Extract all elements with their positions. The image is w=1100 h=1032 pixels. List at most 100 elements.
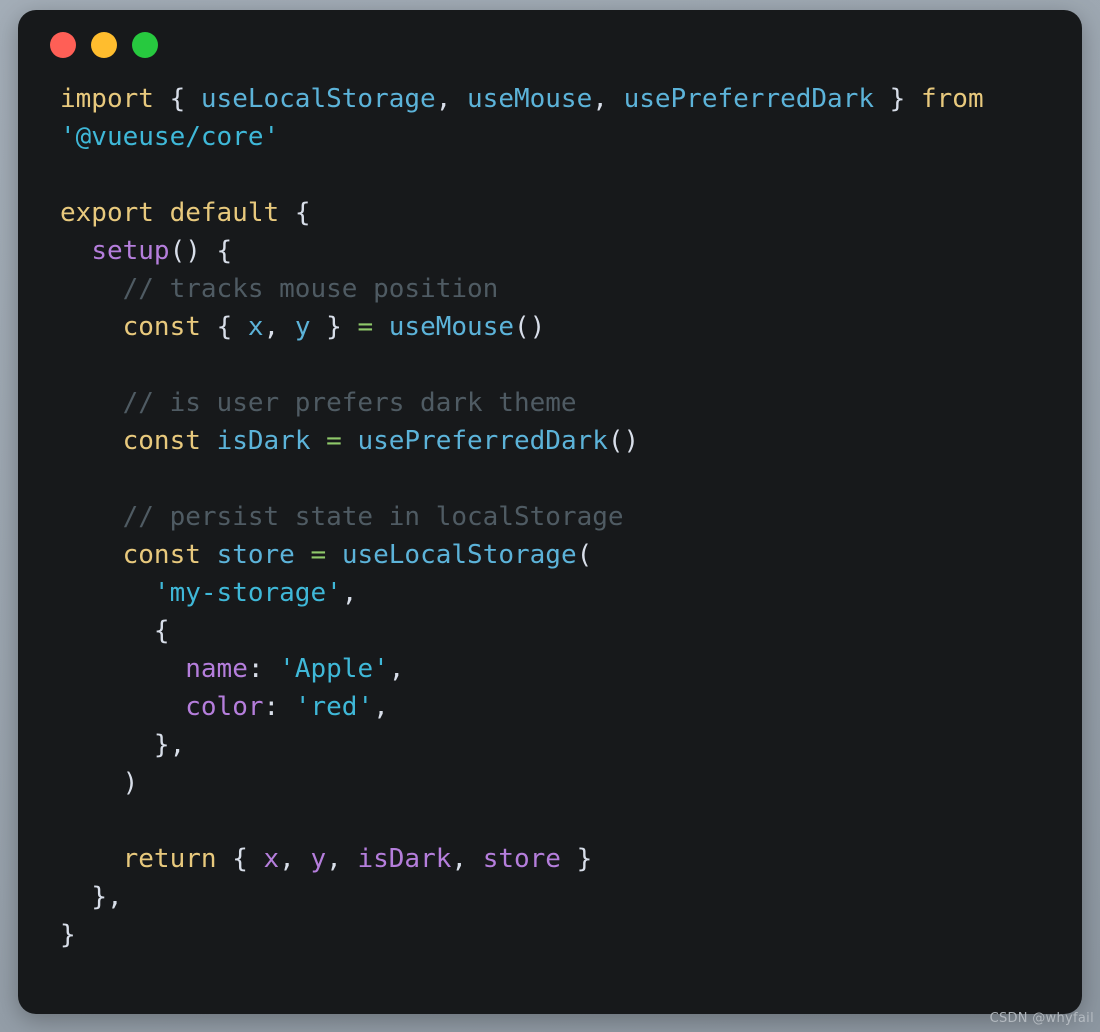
- code-token-op: =: [357, 312, 374, 342]
- code-line: const store = useLocalStorage(: [60, 536, 1052, 574]
- code-token-keyword: const: [122, 312, 201, 342]
- code-token-prop: color: [185, 692, 264, 722]
- code-token-punct: ,: [263, 312, 280, 342]
- code-line: const { x, y } = useMouse(): [60, 308, 1052, 346]
- code-token-punct: ,: [435, 84, 452, 114]
- code-token-punct: ,: [451, 844, 468, 874]
- code-token-punct: (): [514, 312, 546, 342]
- code-token-punct: ,: [388, 654, 405, 684]
- code-token-punct: ,: [279, 844, 295, 874]
- code-token-ident: y: [294, 312, 311, 342]
- code-token-comment: // is user prefers dark theme: [122, 388, 577, 418]
- code-token-keyword: const: [122, 540, 201, 570]
- code-token-punct: {: [153, 616, 170, 646]
- code-line: ): [60, 764, 1052, 802]
- code-token-comment: // persist state in localStorage: [122, 502, 624, 532]
- code-token-ident: useLocalStorage: [341, 540, 577, 570]
- window-titlebar: [18, 10, 1082, 80]
- code-token-string: '@vueuse/core': [60, 122, 280, 152]
- code-token-punct: {: [216, 312, 233, 342]
- code-token-ident: store: [216, 540, 295, 570]
- code-token-prop: store: [482, 844, 561, 874]
- code-snippet-window: import { useLocalStorage, useMouse, useP…: [18, 10, 1082, 1014]
- code-token-ident: usePreferredDark: [357, 426, 608, 456]
- minimize-window-button[interactable]: [91, 32, 117, 58]
- code-token-punct: :: [263, 692, 295, 722]
- code-token-punct: () {: [169, 236, 233, 266]
- code-token-keyword: from: [920, 84, 984, 114]
- code-token-ident: x: [247, 312, 264, 342]
- code-token-punct: :: [247, 654, 280, 684]
- code-token-punct: ,: [592, 84, 608, 114]
- code-token-prop: y: [310, 844, 327, 874]
- code-token-op: =: [310, 540, 327, 570]
- code-token-keyword: export default: [60, 198, 280, 228]
- code-token-ident: useLocalStorage: [200, 84, 436, 114]
- code-token-op: =: [326, 426, 342, 456]
- code-line: {: [60, 612, 1052, 650]
- code-token-punct: }: [326, 312, 342, 342]
- code-line: // tracks mouse position: [60, 270, 1052, 308]
- code-line: }: [60, 916, 1052, 954]
- code-line: return { x, y, isDark, store }: [60, 840, 1052, 878]
- code-token-punct: (): [607, 426, 640, 456]
- code-token-punct: },: [91, 882, 123, 912]
- code-token-punct: {: [169, 84, 186, 114]
- close-window-button[interactable]: [50, 32, 76, 58]
- code-line: setup() {: [60, 232, 1052, 270]
- code-line: },: [60, 878, 1052, 916]
- code-token-ident: useMouse: [388, 312, 515, 342]
- code-token-string: 'red': [294, 692, 374, 722]
- maximize-window-button[interactable]: [132, 32, 158, 58]
- code-token-punct: (: [576, 540, 593, 570]
- code-token-func: setup: [91, 236, 170, 266]
- code-token-punct: },: [153, 730, 186, 760]
- code-block[interactable]: import { useLocalStorage, useMouse, useP…: [18, 80, 1082, 954]
- code-line: import { useLocalStorage, useMouse, useP…: [60, 80, 1052, 118]
- code-line: '@vueuse/core': [60, 118, 1052, 156]
- code-token-prop: name: [185, 654, 248, 684]
- code-token-keyword: const: [122, 426, 201, 456]
- code-token-punct: }: [889, 84, 906, 114]
- code-line: // persist state in localStorage: [60, 498, 1052, 536]
- code-token-string: 'my-storage': [153, 578, 342, 608]
- code-token-ident: isDark: [216, 426, 311, 456]
- code-token-prop: isDark: [357, 844, 452, 874]
- code-line: name: 'Apple',: [60, 650, 1052, 688]
- code-line: },: [60, 726, 1052, 764]
- code-token-punct: ,: [341, 578, 358, 608]
- code-token-punct: }: [576, 844, 593, 874]
- code-token-ident: usePreferredDark: [623, 84, 875, 114]
- code-token-string: 'Apple': [279, 654, 389, 684]
- code-line: export default {: [60, 194, 1052, 232]
- code-token-prop: x: [263, 844, 280, 874]
- code-token-punct: {: [294, 198, 311, 228]
- code-line: color: 'red',: [60, 688, 1052, 726]
